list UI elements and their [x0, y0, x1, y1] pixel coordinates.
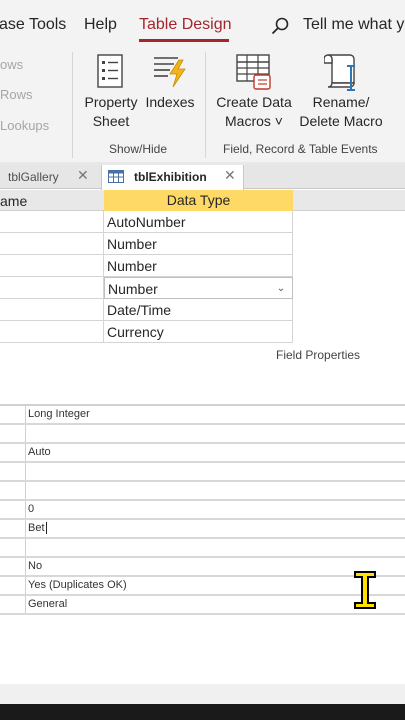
- property-row-editing[interactable]: Bet: [0, 520, 405, 539]
- property-label-cell: [0, 577, 26, 594]
- property-row[interactable]: General: [0, 596, 405, 615]
- field-name-header: ame: [0, 193, 28, 209]
- property-row[interactable]: Long Integer: [0, 406, 405, 425]
- grid-row: Date/Time: [0, 299, 405, 321]
- property-value: No: [28, 560, 43, 572]
- ribbon-separator: [72, 52, 73, 158]
- close-icon[interactable]: ✕: [224, 167, 236, 184]
- property-label-cell: [0, 406, 26, 423]
- property-value: Bet: [28, 522, 45, 534]
- property-label-cell: [0, 463, 26, 480]
- data-type-cell[interactable]: Date/Time: [104, 299, 293, 321]
- tab-tblexhibition[interactable]: tblExhibition ✕: [101, 165, 244, 190]
- data-type-value: Number: [108, 281, 158, 297]
- field-name-cell[interactable]: [0, 233, 104, 255]
- property-row[interactable]: Yes (Duplicates OK): [0, 577, 405, 596]
- property-label-cell: [0, 520, 26, 537]
- group-field-record-table-events: Field, Record & Table Events: [223, 142, 378, 156]
- indexes-label: Indexes: [145, 94, 195, 110]
- property-row[interactable]: No: [0, 558, 405, 577]
- field-name-cell[interactable]: [0, 299, 104, 321]
- ribbon-modify-lookups[interactable]: Lookups: [0, 118, 49, 133]
- property-row[interactable]: 0: [0, 501, 405, 520]
- chevron-down-icon[interactable]: ⌄: [274, 282, 288, 296]
- grid-header: ame Data Type: [0, 190, 405, 211]
- taskbar-edge: [0, 704, 405, 720]
- rename-delete-macro-icon: [324, 54, 355, 91]
- create-data-macros-label-line2: Macros ˅: [225, 113, 283, 129]
- search-icon[interactable]: [271, 17, 289, 35]
- table-icon: [108, 170, 124, 183]
- rename-delete-macro-label-line1: Rename/: [312, 94, 370, 110]
- grid-row: Number: [0, 255, 405, 277]
- active-tab-underline: [139, 39, 229, 42]
- data-type-cell[interactable]: AutoNumber: [104, 211, 293, 233]
- tab-tblgallery[interactable]: tblGallery ✕: [0, 165, 101, 189]
- table-design-grid: ame Data Type AutoNumber Number Number N…: [0, 190, 405, 343]
- grid-row: AutoNumber: [0, 211, 405, 233]
- data-type-cell[interactable]: Number: [104, 233, 293, 255]
- property-label-cell: [0, 482, 26, 499]
- menu-database-tools[interactable]: ase Tools: [0, 16, 66, 34]
- property-sheet-icon: [97, 54, 123, 88]
- grid-row: Currency: [0, 321, 405, 343]
- field-name-cell[interactable]: [0, 211, 104, 233]
- property-label-cell: [0, 425, 26, 442]
- text-caret: [45, 522, 47, 535]
- ribbon-delete-rows[interactable]: Rows: [0, 87, 33, 102]
- field-properties-label: Field Properties: [276, 348, 361, 362]
- grid-row: Number: [0, 233, 405, 255]
- menu-table-design[interactable]: Table Design: [139, 16, 232, 34]
- group-show-hide: Show/Hide: [109, 142, 168, 156]
- ribbon-insert-rows[interactable]: ows: [0, 57, 23, 72]
- field-name-cell[interactable]: [0, 277, 104, 299]
- property-row[interactable]: [0, 539, 405, 558]
- property-sheet-label-line1: Property: [84, 94, 138, 110]
- property-value: General: [28, 598, 68, 610]
- indexes-lightning-icon: [154, 57, 186, 88]
- property-label-cell: [0, 539, 26, 556]
- grid-row-selected: Number ⌄: [0, 277, 405, 299]
- ribbon-separator: [205, 52, 206, 158]
- property-label-cell: [0, 558, 26, 575]
- property-value: 0: [28, 503, 35, 515]
- tab-label: tblGallery: [8, 170, 59, 184]
- menu-bar: ase Tools Help Table Design Tell me what…: [0, 0, 405, 46]
- ribbon: ows Rows Lookups Property Sheet Indexes: [0, 46, 405, 162]
- property-label-cell: [0, 596, 26, 613]
- property-value: Long Integer: [28, 408, 90, 420]
- property-value: Yes (Duplicates OK): [28, 579, 127, 591]
- property-row[interactable]: [0, 482, 405, 501]
- property-sheet-label-line2: Sheet: [92, 113, 130, 129]
- validation-rule-input[interactable]: Bet: [28, 522, 47, 535]
- property-row[interactable]: [0, 463, 405, 482]
- data-type-cell[interactable]: Currency: [104, 321, 293, 343]
- create-data-macros-label-line1: Create Data: [216, 94, 292, 110]
- close-icon[interactable]: ✕: [77, 167, 89, 184]
- property-label-cell: [0, 444, 26, 461]
- property-value: Auto: [28, 446, 51, 458]
- document-tab-bar: tblGallery ✕ tblExhibition ✕: [0, 165, 405, 190]
- field-name-cell[interactable]: [0, 321, 104, 343]
- tell-me-search[interactable]: Tell me what yo: [303, 16, 405, 34]
- property-row[interactable]: [0, 425, 405, 444]
- field-name-cell[interactable]: [0, 255, 104, 277]
- rename-delete-macro-label-line2: Delete Macro: [299, 113, 383, 129]
- property-label-cell: [0, 501, 26, 518]
- menu-help[interactable]: Help: [84, 16, 117, 34]
- ibeam-cursor-icon: [354, 571, 376, 609]
- data-type-dropdown[interactable]: Number ⌄: [104, 277, 293, 299]
- tab-label: tblExhibition: [134, 170, 207, 184]
- create-data-macros-icon: [236, 54, 271, 90]
- status-area: [0, 684, 405, 704]
- data-type-cell[interactable]: Number: [104, 255, 293, 277]
- data-type-header: Data Type: [104, 190, 293, 211]
- property-row[interactable]: Auto: [0, 444, 405, 463]
